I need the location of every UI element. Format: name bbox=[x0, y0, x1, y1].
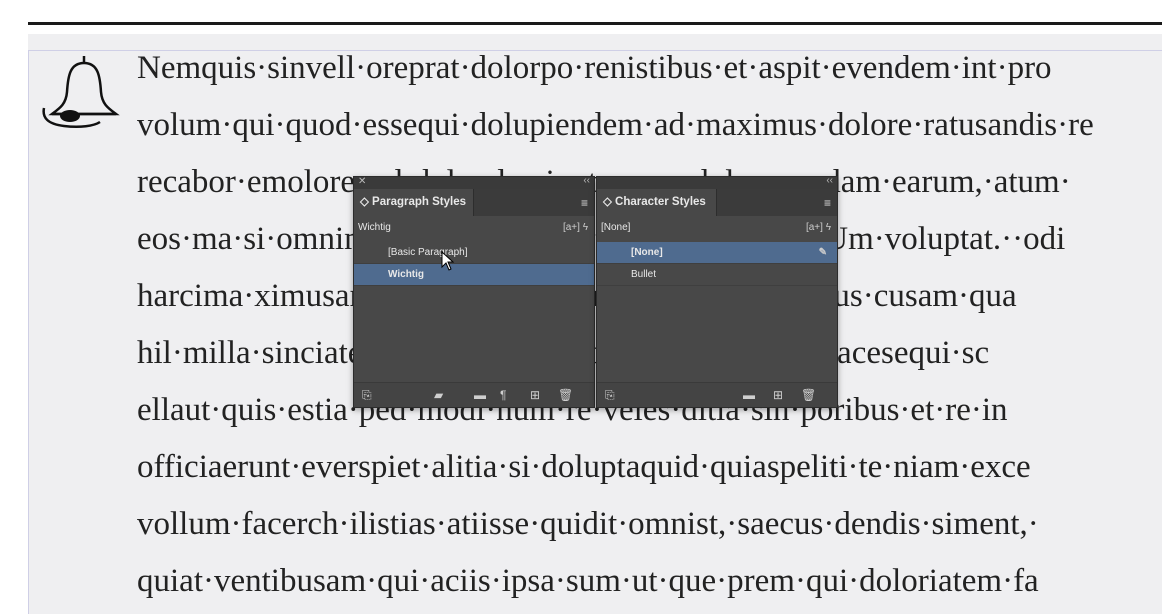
delete-icon[interactable]: 🗑 bbox=[801, 388, 816, 402]
tab-paragraph-styles[interactable]: ◇ Paragraph Styles bbox=[354, 189, 474, 216]
folder-icon[interactable]: ▬ bbox=[743, 388, 755, 402]
clear-overrides-icon[interactable]: ¶ bbox=[500, 388, 506, 402]
current-style-label: Wichtig bbox=[358, 222, 391, 233]
panel-titlebar[interactable]: ✕ ‹‹ bbox=[354, 175, 594, 189]
text-line: Nemquis·sinvell·oreprat·dolorpo·renistib… bbox=[137, 50, 1052, 86]
load-styles-icon[interactable]: ⎘ bbox=[362, 388, 372, 403]
list-item[interactable]: Bullet bbox=[597, 264, 837, 286]
style-name: Bullet bbox=[631, 269, 657, 280]
panel-titlebar[interactable]: ‹‹ bbox=[597, 175, 837, 189]
collapse-icon[interactable]: ‹‹ bbox=[583, 175, 590, 186]
panel-footer: ⎘ ▰ ▬ ¶ ⊞ 🗑 bbox=[354, 382, 594, 407]
bell-icon bbox=[42, 56, 120, 129]
load-styles-icon[interactable]: ⎘ bbox=[605, 388, 615, 403]
folder-icon[interactable]: ▬ bbox=[474, 388, 486, 402]
text-line: vollum·facerch·ilistias·atiisse·quidit·o… bbox=[137, 506, 1039, 542]
style-name: [None] bbox=[631, 247, 663, 258]
list-item[interactable]: [None] ✎ bbox=[597, 242, 837, 264]
collapse-icon[interactable]: ‹‹ bbox=[826, 175, 833, 186]
current-style-row: Wichtig [a+] ϟ bbox=[354, 217, 594, 239]
style-override-icons[interactable]: [a+] ϟ bbox=[563, 217, 588, 239]
text-line: quiat·ventibusam·qui·aciis·ipsa·sum·ut·q… bbox=[137, 563, 1039, 599]
delete-icon[interactable]: 🗑 bbox=[558, 388, 573, 402]
top-rule bbox=[28, 22, 1162, 25]
panel-menu-icon[interactable]: ≡ bbox=[581, 196, 588, 210]
mouse-cursor-icon bbox=[441, 251, 455, 271]
tab-character-styles[interactable]: ◇ Character Styles bbox=[597, 189, 717, 216]
style-name: Wichtig bbox=[388, 269, 425, 280]
character-styles-panel[interactable]: ‹‹ ◇ Character Styles ≡ [None] [a+] ϟ [N… bbox=[596, 175, 838, 408]
style-name: [Basic Paragraph] bbox=[388, 247, 468, 258]
new-style-icon[interactable]: ⊞ bbox=[773, 388, 783, 402]
panel-menu-icon[interactable]: ≡ bbox=[824, 196, 831, 210]
list-item[interactable]: [Basic Paragraph] bbox=[354, 242, 594, 264]
current-style-row: [None] [a+] ϟ bbox=[597, 217, 837, 239]
style-override-icons[interactable]: [a+] ϟ bbox=[806, 217, 831, 239]
tab-label: Character Styles bbox=[615, 196, 706, 208]
paragraph-styles-panel[interactable]: ✕ ‹‹ ◇ Paragraph Styles ≡ Wichtig [a+] ϟ… bbox=[353, 175, 595, 408]
list-item[interactable]: Wichtig bbox=[354, 264, 594, 286]
new-style-icon[interactable]: ⊞ bbox=[530, 388, 540, 402]
locked-pencil-icon: ✎ bbox=[818, 247, 827, 258]
close-icon[interactable]: ✕ bbox=[358, 176, 366, 187]
frame-edge-left bbox=[28, 50, 29, 614]
chevron-updown-icon: ◇ bbox=[360, 196, 373, 208]
tab-label: Paragraph Styles bbox=[372, 196, 467, 208]
panel-footer: ⎘ ▬ ⊞ 🗑 bbox=[597, 382, 837, 407]
text-line: volum·qui·quod·essequi·dolupiendem·ad·ma… bbox=[137, 107, 1094, 143]
chevron-updown-icon: ◇ bbox=[603, 196, 616, 208]
current-style-label: [None] bbox=[601, 222, 631, 233]
text-line: officiaerunt·everspiet·alitia·si·dolupta… bbox=[137, 449, 1031, 485]
new-group-icon[interactable]: ▰ bbox=[434, 388, 443, 402]
